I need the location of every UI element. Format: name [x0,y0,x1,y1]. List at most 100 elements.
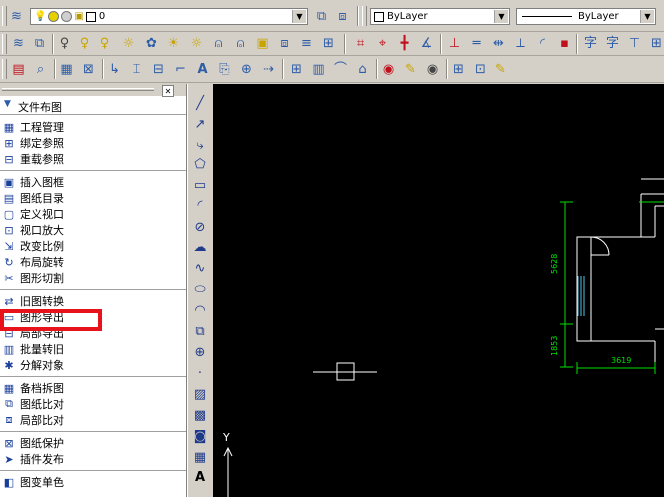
menu-item[interactable]: ⇲ 改变比例 [0,238,186,254]
spline-icon[interactable]: ∿ [191,259,209,277]
menu-item[interactable]: ✂ 图形切割 [0,270,186,286]
chevron-down-icon[interactable]: ▼ [494,10,508,23]
text-align-icon[interactable]: ⊤ [626,35,643,52]
brush-icon[interactable]: ✎ [492,61,509,78]
polyline-icon[interactable]: ⤷ [191,136,209,154]
text-edit-icon[interactable]: 字 [604,35,621,52]
menu-item[interactable]: ▣ 插入图框 [0,174,186,190]
polyline-icon[interactable]: ↳ [106,61,123,78]
layer-walk-icon[interactable]: ≡ [298,35,315,52]
menu-item[interactable]: ⧈ 局部比对 [0,412,186,428]
bulb-on-icon[interactable]: ♀ [76,35,93,52]
ray-icon[interactable]: ↗ [191,115,209,133]
menu-item[interactable]: ▥ 批量转旧 [0,341,186,357]
view-icon[interactable]: ◉ [424,61,441,78]
building-icon[interactable]: ⌂ [354,61,371,78]
bulb-icon[interactable]: ♀ [96,35,113,52]
layer-states-icon[interactable]: ≋ [10,35,27,52]
menu-item[interactable]: ⧉ 图纸比对 [0,396,186,412]
revcloud-icon[interactable]: ☁ [191,238,209,256]
grid-icon[interactable]: ⊞ [288,61,305,78]
menu-item[interactable]: ▦ 工程管理 [0,119,186,135]
text-style-icon[interactable]: 字 [582,35,599,52]
hatch-icon[interactable]: ▨ [191,385,209,403]
arch-icon[interactable]: ⌒ [332,61,349,78]
ellipse-arc-icon[interactable]: ◠ [191,301,209,319]
layout-icon[interactable]: ⊞ [450,61,467,78]
layer-delete-icon[interactable]: ⊞ [320,35,337,52]
table-icon[interactable]: ▦ [58,61,75,78]
menu-item[interactable]: ⊠ 图纸保护 [0,435,186,451]
mtext-icon[interactable]: ⎘ [216,61,233,78]
panel-grip[interactable] [2,88,154,91]
insert-block-icon[interactable]: ⧉ [191,322,209,340]
gradient-icon[interactable]: ▩ [191,406,209,424]
dim-style-icon[interactable]: ⌶ [128,61,145,78]
sun-icon[interactable]: ☼ [120,35,137,52]
dim-linear-icon[interactable]: ⌗ [352,35,369,52]
close-icon[interactable]: ✕ [162,85,174,97]
sun-small-icon[interactable]: ☼ [188,35,205,52]
toolbar-grip[interactable] [362,6,367,26]
menu-item[interactable]: ↻ 布局旋转 [0,254,186,270]
line-icon[interactable]: ╱ [191,94,209,112]
lock-icon[interactable]: ⍝ [210,35,227,52]
toolbar-grip[interactable] [2,34,7,54]
dim-center-icon[interactable]: ▪ [556,35,573,52]
dim-space-icon[interactable]: ═ [468,35,485,52]
dim-break-icon[interactable]: ⇹ [490,35,507,52]
drawing-canvas[interactable]: Y 5628 1853 3619 [213,84,664,497]
chevron-down-icon[interactable]: ▼ [640,10,654,23]
edit-icon[interactable]: ▤ [10,61,27,78]
rectangle-icon[interactable]: ▭ [191,176,209,194]
layer-merge-icon[interactable]: ⧈ [276,35,293,52]
eye-icon[interactable]: ◉ [380,61,397,78]
dim-arc-icon[interactable]: ◜ [534,35,551,52]
table-icon[interactable]: ▦ [191,448,209,466]
wall-icon[interactable]: ▥ [310,61,327,78]
menu-item[interactable]: ➤ 插件发布 [0,451,186,467]
symbol-icon[interactable]: ⊕ [238,61,255,78]
menu-item[interactable]: ◧ 图变单色 [0,474,186,490]
more-tools-icon[interactable]: ⊞ [648,35,664,52]
make-current-layer-icon[interactable]: ⧉ [313,8,330,25]
layer-tool-icon[interactable]: ⧉ [31,35,48,52]
menu-item[interactable]: ▤ 图纸目录 [0,190,186,206]
menu-item[interactable]: ✱ 分解对象 [0,357,186,373]
label-icon[interactable]: ⌐ [172,61,189,78]
menu-category-header[interactable]: ▼ 文件布图 [0,97,186,115]
arrow-icon[interactable]: ⇢ [260,61,277,78]
dim-baseline-icon[interactable]: ⊥ [446,35,463,52]
menu-item[interactable]: ⊞ 绑定参照 [0,135,186,151]
freeze-icon[interactable]: ✿ [143,35,160,52]
dim-ordinate-icon[interactable]: ⟂ [512,35,529,52]
dim-aligned-icon[interactable]: ⌖ [374,35,391,52]
linetype-combo[interactable]: ByLayer ▼ [516,8,656,25]
menu-item[interactable]: ▢ 定义视口 [0,206,186,222]
window-icon[interactable]: ⊡ [472,61,489,78]
leader-icon[interactable]: ⊟ [150,61,167,78]
text-icon[interactable]: A [194,61,211,78]
mtext-icon[interactable]: A [191,468,209,486]
point-icon[interactable]: · [191,364,209,382]
bulb-off-icon[interactable]: ♀ [56,35,73,52]
polygon-icon[interactable]: ⬠ [191,155,209,173]
ellipse-icon[interactable]: ⬭ [191,280,209,298]
make-block-icon[interactable]: ⊕ [191,343,209,361]
toolbar-grip[interactable] [2,59,7,79]
layer-lock-icon[interactable]: ▣ [254,35,271,52]
thaw-icon[interactable]: ☀ [165,35,182,52]
dim-angular-icon[interactable]: ∡ [418,35,435,52]
find-icon[interactable]: ⌕ [32,61,49,78]
color-combo[interactable]: ByLayer ▼ [370,8,510,25]
arc-icon[interactable]: ◜ [191,196,209,214]
chevron-down-icon[interactable]: ▼ [292,10,306,23]
region-icon[interactable]: ◙ [191,427,209,445]
dim-continue-icon[interactable]: ╋ [396,35,413,52]
layer-combo[interactable]: 💡 ▣ 0 ▼ [30,8,308,25]
layer-manager-icon[interactable]: ≋ [8,8,25,25]
toolbar-grip[interactable] [2,6,7,26]
menu-item[interactable]: ⇄ 旧图转换 [0,293,186,309]
circle-icon[interactable]: ⊘ [191,218,209,236]
pencil-icon[interactable]: ✎ [402,61,419,78]
